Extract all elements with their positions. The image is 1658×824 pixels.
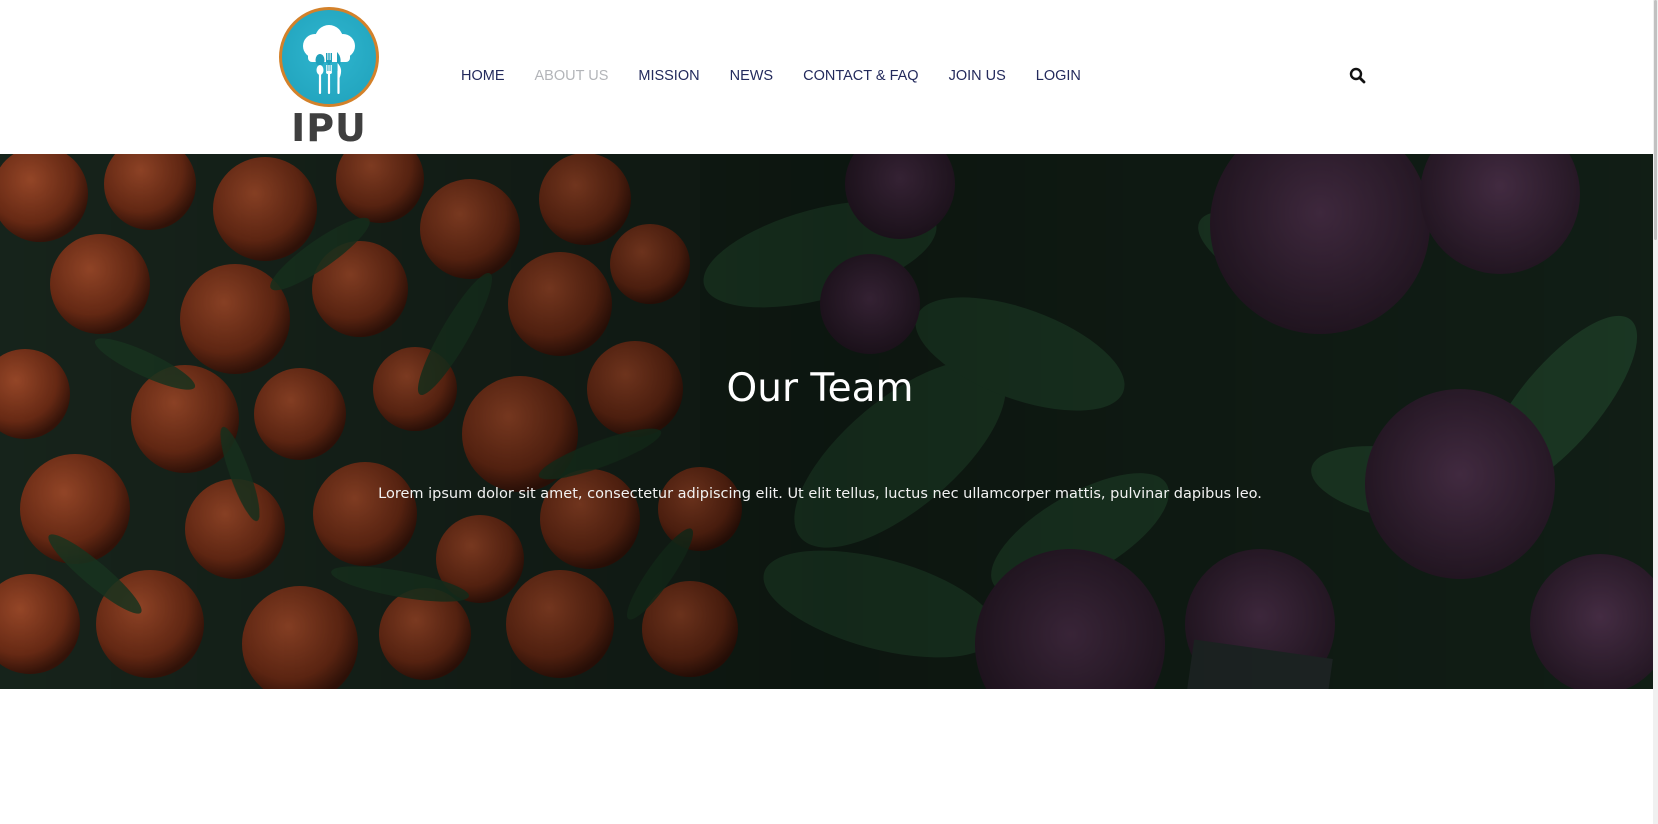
hero-description: Lorem ipsum dolor sit amet, consectetur … bbox=[378, 486, 1262, 502]
logo-badge bbox=[279, 7, 379, 107]
site-logo[interactable]: IPU bbox=[277, 6, 381, 148]
scrollbar-thumb[interactable] bbox=[1654, 0, 1657, 240]
hero-background-image bbox=[0, 154, 1653, 689]
nav-item-home[interactable]: HOME bbox=[461, 64, 505, 88]
chef-hat-utensils-icon bbox=[303, 25, 355, 94]
site-header: IPU HOME ABOUT US MISSION NEWS CONTACT &… bbox=[0, 0, 1653, 154]
logo-text: IPU bbox=[291, 106, 367, 150]
nav-item-news[interactable]: NEWS bbox=[730, 64, 774, 88]
page: IPU HOME ABOUT US MISSION NEWS CONTACT &… bbox=[0, 0, 1658, 824]
page-title: Our Team bbox=[726, 366, 914, 411]
nav-item-mission[interactable]: MISSION bbox=[638, 64, 699, 88]
nav-item-login[interactable]: LOGIN bbox=[1036, 64, 1081, 88]
search-button[interactable] bbox=[1349, 67, 1367, 85]
nav-item-join-us[interactable]: JOIN US bbox=[949, 64, 1006, 88]
hero-banner: Our Team Lorem ipsum dolor sit amet, con… bbox=[0, 154, 1653, 689]
nav-item-about-us[interactable]: ABOUT US bbox=[535, 64, 609, 88]
nav-item-contact-faq[interactable]: CONTACT & FAQ bbox=[803, 64, 918, 88]
main-nav: HOME ABOUT US MISSION NEWS CONTACT & FAQ… bbox=[461, 64, 1111, 88]
page-scrollbar[interactable] bbox=[1653, 0, 1658, 824]
search-icon bbox=[1349, 67, 1366, 84]
